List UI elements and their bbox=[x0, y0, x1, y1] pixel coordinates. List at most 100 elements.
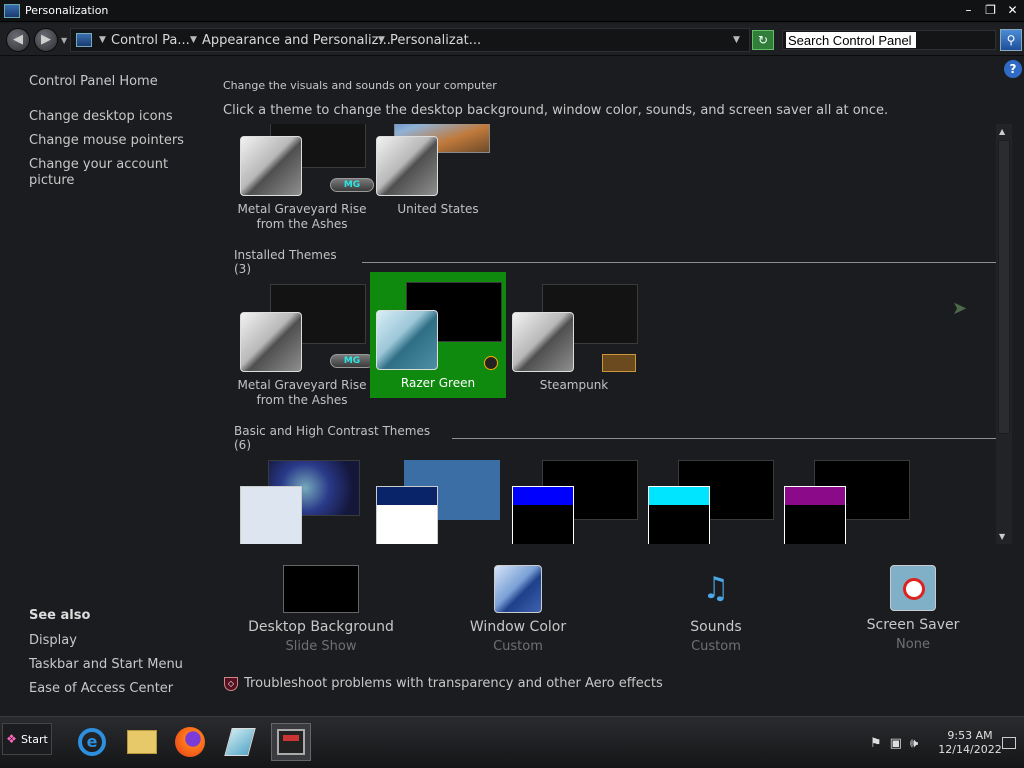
desktop-background-link[interactable]: Desktop Background Slide Show bbox=[231, 565, 411, 654]
search-icon[interactable]: ⚲ bbox=[1000, 29, 1022, 51]
theme-window-preview bbox=[240, 312, 302, 372]
clock[interactable]: 9:53 AM 12/14/2022 bbox=[938, 729, 1002, 757]
theme-window-preview bbox=[376, 310, 438, 370]
show-desktop-button[interactable] bbox=[1002, 737, 1016, 749]
screen-saver-icon bbox=[890, 565, 936, 611]
firefox-icon[interactable] bbox=[170, 723, 210, 761]
sounds-link[interactable]: ♫ Sounds Custom bbox=[626, 565, 806, 654]
theme-label: Steampunk bbox=[539, 378, 609, 392]
page-subtitle: Change the visuals and sounds on your co… bbox=[223, 79, 497, 92]
control-panel-icon bbox=[76, 33, 92, 47]
change-desktop-icons-link[interactable]: Change desktop icons bbox=[29, 109, 173, 124]
theme-metal-graveyard-my[interactable]: MG Metal Graveyard Rise from the Ashes bbox=[234, 124, 374, 231]
shield-icon: ◇ bbox=[224, 676, 238, 691]
theme-window-preview bbox=[648, 486, 710, 544]
control-panel-home-link[interactable]: Control Panel Home bbox=[29, 74, 158, 89]
address-dropdown-icon[interactable]: ▼ bbox=[733, 35, 740, 45]
theme-windows-classic[interactable] bbox=[370, 450, 506, 544]
razer-logo-icon bbox=[484, 356, 498, 370]
address-bar: ◀ ▶ ▼ ▼ Control Pa... ▼ Appearance and P… bbox=[0, 24, 1024, 56]
theme-window-preview bbox=[240, 136, 302, 196]
windows-logo-icon: ❖ bbox=[6, 732, 17, 746]
action-center-flag-icon[interactable]: ⚑ bbox=[870, 736, 882, 751]
refresh-button[interactable]: ↻ bbox=[752, 30, 774, 50]
theme-window-preview bbox=[512, 486, 574, 544]
theme-badge: MG bbox=[330, 178, 374, 192]
breadcrumb-control-panel[interactable]: Control Pa... bbox=[111, 33, 190, 48]
breadcrumb-arrow-icon[interactable]: ▼ bbox=[378, 35, 385, 45]
file-explorer-icon[interactable] bbox=[122, 723, 162, 761]
network-icon[interactable]: ▣ bbox=[890, 736, 902, 751]
internet-explorer-icon[interactable]: e bbox=[72, 723, 112, 761]
theme-metal-graveyard[interactable]: MG Metal Graveyard Rise from the Ashes bbox=[234, 274, 374, 407]
theme-high-contrast-1[interactable] bbox=[506, 450, 642, 544]
theme-badge: MG bbox=[330, 354, 374, 368]
theme-window-preview bbox=[784, 486, 846, 544]
breadcrumb[interactable]: ▼ Control Pa... ▼ Appearance and Persona… bbox=[70, 28, 750, 52]
volume-icon[interactable]: 🕪 bbox=[910, 736, 918, 751]
mouse-cursor-icon: ➤ bbox=[952, 298, 968, 319]
change-account-picture-link[interactable]: Change your account bbox=[29, 157, 168, 172]
sounds-music-notes-icon: ♫ bbox=[702, 571, 730, 606]
theme-window-preview bbox=[376, 486, 438, 544]
no-entry-icon bbox=[903, 578, 925, 600]
title-bar: Personalization – ❐ ✕ bbox=[0, 0, 1024, 22]
basic-themes-header: Basic and High Contrast Themes (6) bbox=[234, 424, 996, 452]
divider bbox=[451, 437, 996, 439]
close-button[interactable]: ✕ bbox=[1003, 2, 1022, 19]
scroll-thumb[interactable] bbox=[998, 140, 1010, 434]
scroll-up-icon[interactable]: ▲ bbox=[999, 127, 1005, 136]
steampunk-gears-icon bbox=[602, 354, 636, 372]
theme-label: United States bbox=[397, 202, 479, 216]
divider bbox=[361, 261, 996, 263]
desktop-background-icon bbox=[283, 565, 359, 613]
scroll-down-icon[interactable]: ▼ bbox=[999, 532, 1005, 541]
breadcrumb-personalization[interactable]: Personalizat... bbox=[390, 33, 481, 48]
themes-list: MG Metal Graveyard Rise from the Ashes U… bbox=[222, 124, 996, 544]
taskbar: ❖ Start e ⚑ ▣ 🕪 9:53 AM 12/14/2022 bbox=[0, 716, 1024, 768]
theme-steampunk[interactable]: Steampunk bbox=[506, 274, 642, 400]
theme-windows-7-basic[interactable] bbox=[234, 450, 370, 544]
theme-window-preview bbox=[512, 312, 574, 372]
search-input[interactable] bbox=[786, 32, 916, 48]
personalization-taskbar-icon[interactable] bbox=[271, 723, 311, 761]
theme-label: Metal Graveyard Rise from the Ashes bbox=[237, 378, 367, 407]
change-mouse-pointers-link[interactable]: Change mouse pointers bbox=[29, 133, 184, 148]
theme-window-preview bbox=[376, 136, 438, 196]
theme-window-preview bbox=[240, 486, 302, 544]
personalization-app-icon bbox=[4, 3, 20, 18]
taskbar-start-menu-link[interactable]: Taskbar and Start Menu bbox=[29, 657, 183, 672]
breadcrumb-appearance[interactable]: Appearance and Personaliz... bbox=[202, 33, 391, 48]
display-link[interactable]: Display bbox=[29, 633, 77, 648]
back-button[interactable]: ◀ bbox=[6, 28, 30, 52]
breadcrumb-arrow-icon[interactable]: ▼ bbox=[99, 35, 106, 45]
window-color-icon bbox=[494, 565, 542, 613]
theme-united-states[interactable]: United States bbox=[370, 124, 506, 224]
search-box bbox=[782, 30, 996, 50]
page-instructions: Click a theme to change the desktop back… bbox=[223, 103, 889, 118]
change-account-picture-link-line2[interactable]: picture bbox=[29, 173, 74, 188]
clock-date: 12/14/2022 bbox=[938, 743, 1002, 756]
forward-button[interactable]: ▶ bbox=[34, 28, 58, 52]
themes-scrollbar[interactable]: ▲ ▼ bbox=[996, 124, 1012, 544]
recent-pages-dropdown-icon[interactable]: ▼ bbox=[61, 36, 67, 45]
maximize-button[interactable]: ❐ bbox=[981, 2, 1000, 19]
window-color-link[interactable]: Window Color Custom bbox=[428, 565, 608, 654]
theme-label: Razer Green bbox=[400, 376, 476, 390]
window-controls: – ❐ ✕ bbox=[959, 2, 1022, 19]
notepad-icon[interactable] bbox=[220, 723, 260, 761]
installed-themes-header: Installed Themes (3) bbox=[234, 248, 996, 276]
theme-high-contrast-black[interactable] bbox=[778, 450, 914, 544]
clock-time: 9:53 AM bbox=[947, 729, 993, 742]
window-title: Personalization bbox=[25, 4, 109, 17]
theme-razer-green[interactable]: Razer Green bbox=[370, 272, 506, 398]
screen-saver-link[interactable]: Screen Saver None bbox=[823, 565, 1003, 652]
see-also-heading: See also bbox=[29, 608, 91, 623]
theme-high-contrast-2[interactable] bbox=[642, 450, 778, 544]
breadcrumb-arrow-icon[interactable]: ▼ bbox=[190, 35, 197, 45]
troubleshoot-aero-link[interactable]: ◇ Troubleshoot problems with transparenc… bbox=[224, 676, 663, 691]
ease-of-access-link[interactable]: Ease of Access Center bbox=[29, 681, 173, 696]
start-button[interactable]: ❖ Start bbox=[2, 723, 52, 755]
minimize-button[interactable]: – bbox=[959, 2, 978, 19]
help-icon[interactable]: ? bbox=[1004, 60, 1022, 78]
